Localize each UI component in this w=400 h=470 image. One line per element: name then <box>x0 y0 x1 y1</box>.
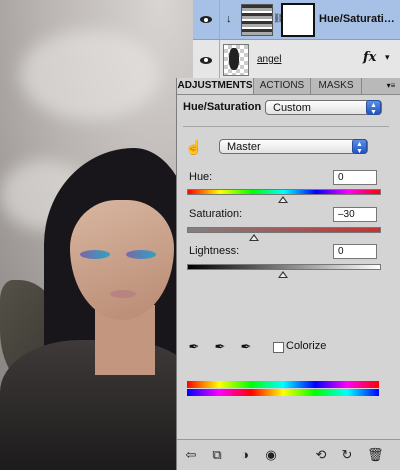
hue-input[interactable]: 0 <box>333 170 377 185</box>
tab-adjustments[interactable]: ADJUSTMENTS <box>177 78 254 94</box>
view-previous-state-icon[interactable]: ⟲ <box>313 447 329 463</box>
hue-slider-thumb[interactable] <box>278 196 288 203</box>
cloud <box>20 30 160 120</box>
eyedropper-minus-icon[interactable]: ✒ <box>239 339 253 355</box>
layer-name: Hue/Saturati… <box>319 13 395 25</box>
preset-value: Custom <box>273 102 311 114</box>
expand-view-icon[interactable]: ⧉ <box>209 447 225 463</box>
input-color-bar <box>187 381 379 388</box>
chevron-updown-icon: ▲ ▼ <box>352 139 367 155</box>
clip-to-layer-icon[interactable]: ◑ <box>237 447 253 463</box>
adjustment-thumbnail[interactable] <box>241 4 273 36</box>
tab-actions[interactable]: ACTIONS <box>254 78 311 94</box>
panel-footer: ⇦ ⧉ ◑ ◉ ⟲ ↻ 🗑 <box>177 439 400 470</box>
saturation-slider-thumb[interactable] <box>249 234 260 241</box>
layer-name: angel <box>257 54 282 65</box>
output-color-bar <box>187 389 379 396</box>
chevron-updown-icon: ▲ ▼ <box>366 100 381 116</box>
reset-icon[interactable]: ↻ <box>339 447 355 463</box>
eye-icon <box>200 16 212 23</box>
fx-icon[interactable]: fx <box>363 50 376 65</box>
mask-thumbnail[interactable] <box>281 3 315 37</box>
colorize-label: Colorize <box>286 340 327 352</box>
hue-slider-track[interactable] <box>187 189 381 195</box>
eye-makeup <box>126 250 156 259</box>
layers-panel: ↓ ⛓ Hue/Saturati… angel fx ▾ <box>193 0 400 81</box>
eyedropper-plus-icon[interactable]: ✒ <box>213 339 227 355</box>
visibility-toggle[interactable] <box>193 0 220 39</box>
eye-makeup <box>80 250 110 259</box>
adjustments-panel: ADJUSTMENTS ACTIONS MASKS ▾≡ Hue/Saturat… <box>176 78 400 470</box>
eye-icon <box>200 56 212 64</box>
lightness-input[interactable]: 0 <box>333 244 377 259</box>
channel-value: Master <box>227 141 261 153</box>
layer-row-hue-saturation[interactable]: ↓ ⛓ Hue/Saturati… <box>193 0 400 40</box>
saturation-label: Saturation: <box>189 208 243 220</box>
eyedropper-icon[interactable]: ✒ <box>187 339 201 355</box>
preset-select[interactable]: Custom ▲ ▼ <box>265 100 382 116</box>
hue-label: Hue: <box>189 171 213 183</box>
channel-select[interactable]: Master ▲ ▼ <box>219 139 368 155</box>
clipping-arrow-icon: ↓ <box>226 13 232 25</box>
panel-title: Hue/Saturation <box>183 101 262 113</box>
lips <box>110 290 136 298</box>
layer-thumbnail-figure <box>229 48 239 70</box>
expand-arrow-icon[interactable]: ▾ <box>385 52 390 63</box>
saturation-slider-track[interactable] <box>187 227 381 233</box>
visibility-eye-icon[interactable]: ◉ <box>263 447 279 463</box>
tab-masks[interactable]: MASKS <box>311 78 362 94</box>
visibility-toggle[interactable] <box>193 40 220 80</box>
panel-tabs: ADJUSTMENTS ACTIONS MASKS ▾≡ <box>177 78 400 95</box>
targeted-adjustment-hand-icon[interactable]: ☝ <box>185 139 202 156</box>
lightness-slider-track[interactable] <box>187 264 381 270</box>
saturation-input[interactable]: –30 <box>333 207 377 222</box>
panel-menu-icon[interactable]: ▾≡ <box>383 80 399 92</box>
colorize-checkbox[interactable] <box>273 342 284 353</box>
lightness-slider-thumb[interactable] <box>278 271 288 278</box>
back-arrow-icon[interactable]: ⇦ <box>183 447 199 463</box>
trash-icon[interactable]: 🗑 <box>367 447 384 463</box>
layer-row-angel[interactable]: angel fx ▾ <box>193 40 400 81</box>
divider <box>183 126 389 127</box>
lightness-label: Lightness: <box>189 245 240 257</box>
